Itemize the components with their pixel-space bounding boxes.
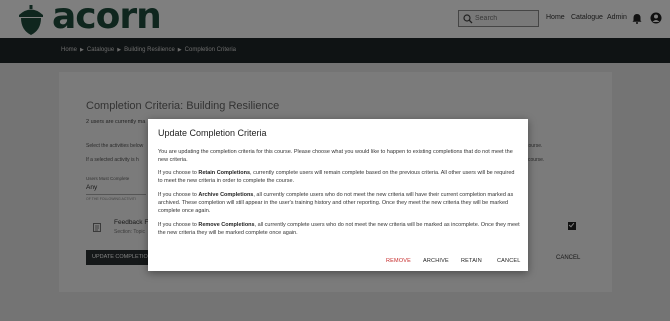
retain-prefix: If you choose to <box>158 170 199 176</box>
archive-bold: Archive Completions <box>198 192 254 198</box>
remove-button[interactable]: REMOVE <box>386 258 411 264</box>
retain-description: If you choose to Retain Completions, cur… <box>158 169 520 185</box>
dialog-title: Update Completion Criteria <box>158 128 267 138</box>
archive-prefix: If you choose to <box>158 192 199 198</box>
remove-bold: Remove Completions <box>198 222 255 228</box>
remove-description: If you choose to Remove Completions, all… <box>158 221 520 237</box>
archive-description: If you choose to Archive Completions, al… <box>158 191 520 215</box>
archive-button[interactable]: ARCHIVE <box>423 258 449 264</box>
retain-button[interactable]: RETAIN <box>461 258 482 264</box>
remove-prefix: If you choose to <box>158 222 199 228</box>
dialog-intro: You are updating the completion criteria… <box>158 149 513 163</box>
retain-bold: Retain Completions <box>198 170 251 176</box>
cancel-button[interactable]: CANCEL <box>497 258 521 264</box>
update-completion-dialog: Update Completion Criteria You are updat… <box>148 119 528 271</box>
